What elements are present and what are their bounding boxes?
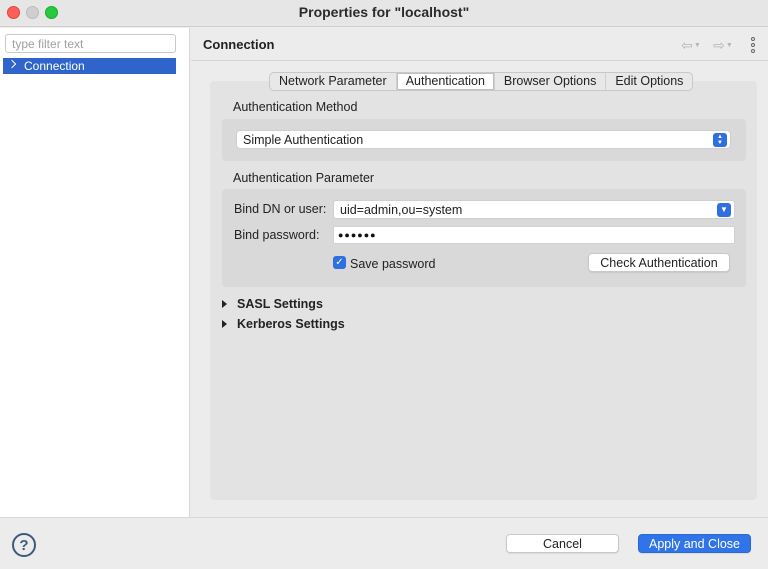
sasl-settings-expander[interactable]: SASL Settings	[222, 297, 323, 311]
sidebar-item-connection[interactable]: Connection	[3, 58, 176, 74]
bind-password-label: Bind password:	[234, 228, 320, 242]
apply-and-close-button[interactable]: Apply and Close	[638, 534, 751, 553]
sidebar: Connection	[0, 28, 190, 517]
tab-network-parameter[interactable]: Network Parameter	[270, 73, 397, 90]
arrow-right-icon: ⇨	[713, 36, 725, 53]
sidebar-item-label: Connection	[24, 59, 85, 73]
dropdown-arrow-icon: ▼	[693, 41, 701, 49]
arrow-left-icon: ⇦	[681, 36, 693, 53]
triangle-right-icon	[222, 300, 227, 308]
save-password-label: Save password	[350, 257, 436, 271]
cancel-button[interactable]: Cancel	[506, 534, 619, 553]
bind-dn-combo[interactable]: uid=admin,ou=system ▼	[333, 200, 735, 219]
window-title: Properties for "localhost"	[298, 4, 470, 20]
tab-edit-options[interactable]: Edit Options	[606, 73, 692, 90]
tab-authentication[interactable]: Authentication	[396, 73, 495, 90]
bind-dn-label: Bind DN or user:	[234, 202, 327, 216]
triangle-right-icon	[222, 320, 227, 328]
bind-dn-value: uid=admin,ou=system	[340, 202, 463, 217]
auth-method-select[interactable]: Simple Authentication ▲ ▼	[236, 130, 731, 149]
password-value: ●●●●●●	[338, 230, 377, 240]
tab-browser-options[interactable]: Browser Options	[495, 73, 607, 90]
checkmark-icon: ✓	[335, 257, 344, 268]
check-authentication-button[interactable]: Check Authentication	[588, 253, 730, 272]
save-password-checkbox[interactable]: ✓	[333, 256, 346, 269]
page-header: Connection ⇦ ▼ ⇨ ▼	[191, 28, 768, 61]
auth-method-heading: Authentication Method	[233, 100, 358, 114]
filter-input[interactable]	[5, 34, 176, 53]
tab-bar: Network Parameter Authentication Browser…	[269, 72, 694, 91]
help-icon[interactable]: ?	[12, 533, 36, 557]
back-button[interactable]: ⇦ ▼	[680, 36, 702, 53]
title-bar: Properties for "localhost"	[0, 0, 768, 27]
auth-param-heading: Authentication Parameter	[233, 171, 375, 185]
auth-method-value: Simple Authentication	[243, 132, 364, 147]
vertical-dots-icon	[751, 37, 755, 41]
view-menu-button[interactable]	[748, 37, 758, 53]
bind-password-field[interactable]: ●●●●●●	[333, 226, 735, 244]
page-title: Connection	[203, 37, 275, 52]
updown-arrows-icon: ▲ ▼	[713, 133, 727, 147]
kerberos-settings-label: Kerberos Settings	[237, 317, 345, 331]
chevron-right-icon[interactable]	[7, 59, 17, 69]
chevron-down-icon: ▼	[717, 203, 731, 217]
dropdown-arrow-icon: ▼	[725, 41, 733, 49]
dialog-footer: ? Cancel Apply and Close	[0, 517, 768, 569]
kerberos-settings-expander[interactable]: Kerberos Settings	[222, 317, 345, 331]
sasl-settings-label: SASL Settings	[237, 297, 323, 311]
forward-button[interactable]: ⇨ ▼	[712, 36, 734, 53]
